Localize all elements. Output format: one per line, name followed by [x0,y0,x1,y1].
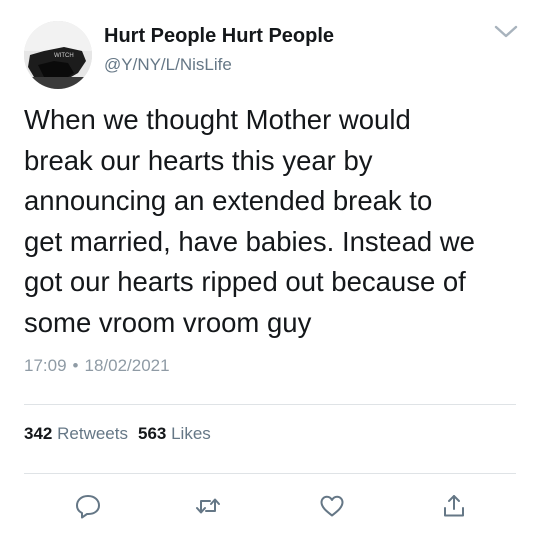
chevron-down-icon[interactable] [492,22,520,42]
heart-icon[interactable] [318,492,346,520]
retweet-icon[interactable] [194,492,222,520]
meta-separator: • [72,356,79,375]
avatar-text: WITCH [54,53,74,59]
share-icon[interactable] [440,492,468,520]
author-handle[interactable]: @Y/NY/L/NisLife [104,55,232,75]
likes-count: 563 [137,424,167,443]
reply-icon[interactable] [74,492,102,520]
tweet-timestamp[interactable]: 17:09 • 18/02/2021 [24,356,170,376]
author-display-name[interactable]: Hurt People Hurt People [104,25,334,48]
retweets-count: 342 [24,424,53,443]
retweets-label: Retweets [57,424,128,443]
retweets-stat[interactable]: 342 Retweets [24,424,128,443]
tweet-card: WITCH Hurt People Hurt People @Y/NY/L/Ni… [0,0,540,539]
likes-stat[interactable]: 563 Likes [138,424,211,443]
divider [24,473,516,474]
likes-label: Likes [171,424,211,443]
tweet-date: 18/02/2021 [84,356,170,375]
divider [24,404,516,405]
engagement-stats: 342 Retweets 563 Likes [24,424,211,444]
avatar[interactable]: WITCH [24,21,92,89]
tweet-text: When we thought Mother would break our h… [24,104,475,338]
tweet-time: 17:09 [24,356,67,375]
